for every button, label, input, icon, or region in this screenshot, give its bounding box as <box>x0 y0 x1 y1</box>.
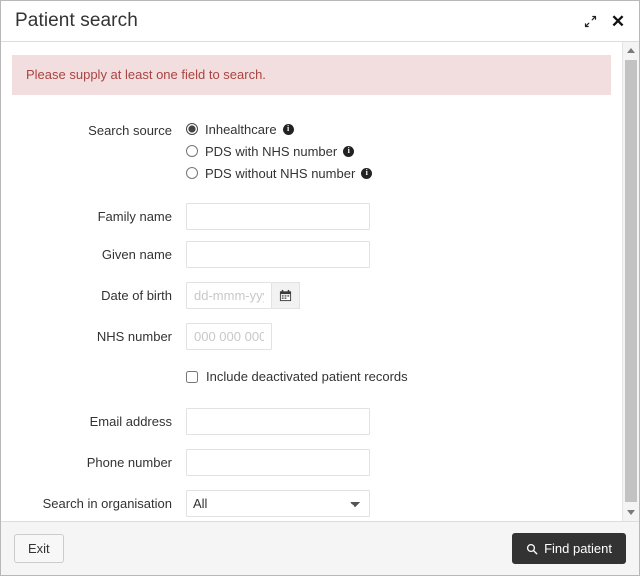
phone-number-label: Phone number <box>86 454 172 470</box>
info-icon-pds-without-nhs-number[interactable]: i <box>361 167 373 179</box>
radio-pds-with-nhs-number[interactable] <box>186 145 198 158</box>
field-row-email-address: Email address <box>12 407 611 435</box>
field-row-include-deactivated: Include deactivated patient records <box>12 366 611 388</box>
radio-option-inhealthcare[interactable]: Inhealthcare i <box>186 119 611 140</box>
patient-search-dialog: Patient search ✕ Please supply at least … <box>0 0 640 576</box>
field-row-search-source: Search source Inhealthcare i PDS with NH… <box>12 117 611 185</box>
family-name-input[interactable] <box>186 202 370 230</box>
radio-inhealthcare[interactable] <box>186 123 198 136</box>
scrollbar-thumb[interactable] <box>625 60 637 502</box>
given-name-input[interactable] <box>186 240 370 268</box>
find-patient-button[interactable]: Find patient <box>512 532 626 565</box>
dialog-footer: Exit Find patient <box>1 521 639 575</box>
radio-option-pds-with-nhs-number[interactable]: PDS with NHS number i <box>186 141 611 162</box>
titlebar-actions: ✕ <box>577 9 631 33</box>
family-name-label: Family name <box>97 208 172 224</box>
email-address-input[interactable] <box>186 407 370 435</box>
date-of-birth-group <box>186 281 611 309</box>
field-row-nhs-number: NHS number <box>12 322 611 350</box>
radio-pds-without-nhs-number[interactable] <box>186 167 198 180</box>
close-glyph: ✕ <box>610 11 626 31</box>
exit-button[interactable]: Exit <box>14 533 64 564</box>
search-in-organisation-label: Search in organisation <box>42 495 172 511</box>
field-row-phone-number: Phone number <box>12 448 611 476</box>
search-source-label: Search source <box>88 122 172 138</box>
include-deactivated-label[interactable]: Include deactivated patient records <box>206 370 408 383</box>
info-icon-pds-with-nhs-number[interactable]: i <box>343 145 355 157</box>
radio-option-pds-without-nhs-number[interactable]: PDS without NHS number i <box>186 163 611 184</box>
email-address-label: Email address <box>89 413 172 429</box>
radio-label-inhealthcare[interactable]: Inhealthcare <box>205 123 277 136</box>
page-title: Patient search <box>15 9 138 31</box>
field-row-search-in-organisation: Search in organisation All <box>12 489 611 517</box>
search-in-organisation-select[interactable]: All <box>186 489 370 517</box>
calendar-icon[interactable] <box>272 281 300 309</box>
nhs-number-input[interactable] <box>186 322 272 350</box>
find-patient-label: Find patient <box>544 540 612 556</box>
include-deactivated-spacer <box>12 366 186 372</box>
field-row-family-name: Family name <box>12 202 611 230</box>
field-row-given-name: Given name <box>12 240 611 268</box>
info-icon-inhealthcare[interactable]: i <box>282 123 294 135</box>
radio-label-pds-without-nhs-number[interactable]: PDS without NHS number <box>205 167 355 180</box>
expand-diagonal-icon[interactable] <box>577 9 603 33</box>
dialog-content: Please supply at least one field to sear… <box>1 42 622 521</box>
vertical-scrollbar[interactable] <box>622 42 639 521</box>
dialog-body: Please supply at least one field to sear… <box>1 42 639 521</box>
validation-alert: Please supply at least one field to sear… <box>12 55 611 95</box>
field-row-date-of-birth: Date of birth <box>12 281 611 309</box>
search-source-radio-group: Inhealthcare i PDS with NHS number i PDS <box>186 117 611 184</box>
date-of-birth-input[interactable] <box>186 281 272 309</box>
given-name-label: Given name <box>101 246 172 262</box>
date-of-birth-label: Date of birth <box>101 287 172 303</box>
radio-label-pds-with-nhs-number[interactable]: PDS with NHS number <box>205 145 337 158</box>
dialog-titlebar: Patient search ✕ <box>1 1 639 42</box>
search-icon <box>527 543 538 554</box>
scroll-up-arrow-icon[interactable] <box>623 42 639 59</box>
patient-search-form: Search source Inhealthcare i PDS with NH… <box>12 117 611 517</box>
close-icon[interactable]: ✕ <box>605 9 631 33</box>
include-deactivated-checkbox[interactable] <box>186 370 198 383</box>
include-deactivated-checkbox-row[interactable]: Include deactivated patient records <box>186 366 611 388</box>
nhs-number-label: NHS number <box>96 328 172 344</box>
scroll-down-arrow-icon[interactable] <box>623 504 639 521</box>
phone-number-input[interactable] <box>186 448 370 476</box>
